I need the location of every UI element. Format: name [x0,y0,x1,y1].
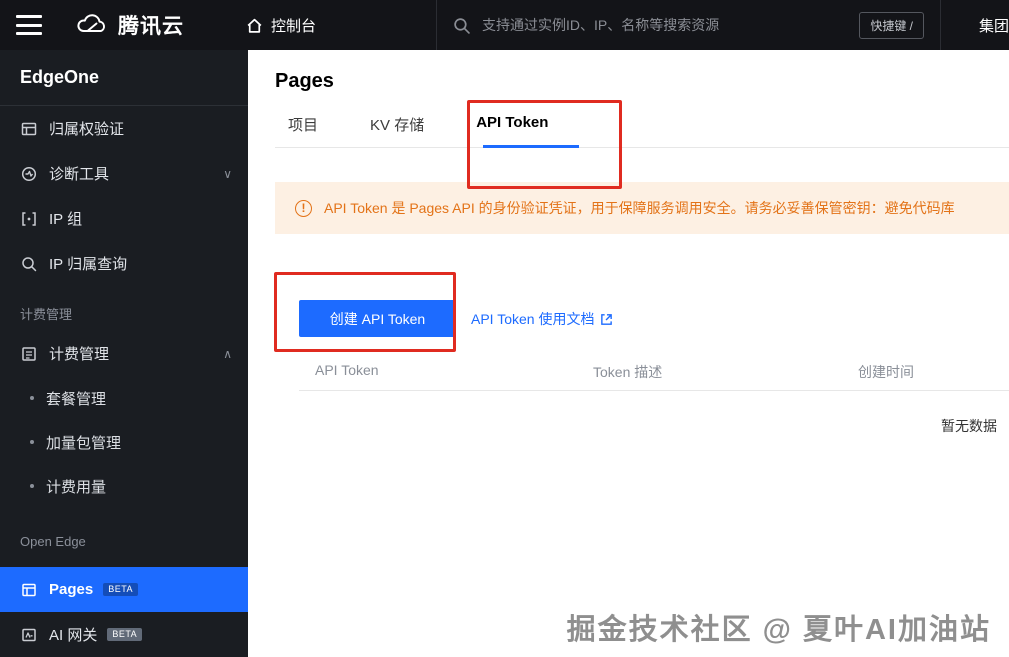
main-content: Pages 项目 KV 存储 API Token ! API Token 是 P… [248,50,1009,657]
sidebar-subitem-label: 套餐管理 [46,390,107,408]
sidebar-item-ip-group[interactable]: IP 组 [0,196,248,241]
tencent-cloud-logo[interactable]: 腾讯云 [74,10,184,40]
diagnostic-icon [20,165,37,182]
table-header-api-token: API Token [315,362,379,378]
bullet-dot [30,484,34,488]
sidebar-item-label: 计费管理 [49,346,110,363]
sidebar-item-label: IP 归属查询 [49,256,128,273]
beta-badge: BETA [107,628,143,641]
sidebar-item-label: AI 网关 [49,627,98,644]
sidebar-subitem-addon-package-management[interactable]: 加量包管理 [0,420,248,464]
home-icon [247,18,262,33]
doc-link-label: API Token 使用文档 [471,311,595,327]
sidebar-item-diagnostic-tools[interactable]: 诊断工具 ∨ [0,151,248,196]
sidebar-item-billing[interactable]: 计费管理 ∧ [0,331,248,376]
table-header-divider [299,390,1009,391]
sidebar-subitem-label: 加量包管理 [46,434,122,452]
sidebar-section-open-edge: Open Edge [20,534,86,549]
screen: 腾讯云 控制台 快捷键 / 集团 EdgeOne 归属权验证 [0,0,1009,657]
sidebar-item-label: 诊断工具 [49,166,110,183]
warning-banner-text: API Token 是 Pages API 的身份验证凭证，用于保障服务调用安全… [324,200,955,216]
topbar-divider [436,0,438,50]
table-header-created-time: 创建时间 [858,364,914,380]
chevron-up-icon: ∧ [223,346,232,361]
chevron-down-icon: ∨ [223,166,232,181]
ai-gateway-icon [20,626,37,643]
sidebar-item-ownership-verification[interactable]: 归属权验证 [0,106,248,151]
global-search[interactable] [453,17,773,34]
sidebar-item-ai-gateway[interactable]: AI 网关 BETA [0,612,248,657]
brand-name: 腾讯云 [118,15,184,38]
card-grid-icon [20,120,37,137]
search-icon [454,17,470,34]
create-api-token-button[interactable]: 创建 API Token [299,300,456,337]
console-label: 控制台 [271,17,317,35]
tab-kv-storage[interactable]: KV 存储 [370,114,424,151]
sidebar-subitem-package-management[interactable]: 套餐管理 [0,376,248,420]
topbar-divider [939,0,941,50]
group-nav[interactable]: 集团 [979,15,1009,36]
page-title: Pages [275,70,334,92]
watermark: 掘金技术社区 @ 夏叶AI加油站 [566,614,991,646]
bullet-dot [30,440,34,444]
tab-projects[interactable]: 项目 [288,114,318,151]
hamburger-menu-icon[interactable] [16,15,42,35]
sidebar-subitem-billing-usage[interactable]: 计费用量 [0,464,248,508]
sidebar: EdgeOne 归属权验证 诊断工具 ∨ IP 组 IP 归属查询 计费管理 计… [0,50,248,657]
shortcut-key-button[interactable]: 快捷键 / [859,11,924,39]
search-icon [20,255,37,272]
api-token-doc-link[interactable]: API Token 使用文档 [471,309,613,329]
external-link-icon [601,313,613,325]
active-tab-underline [483,145,579,148]
warning-banner: ! API Token 是 Pages API 的身份验证凭证，用于保障服务调用… [275,182,1009,234]
billing-icon [20,345,37,362]
tab-bar-divider [275,147,1009,148]
sidebar-section-billing: 计费管理 [20,307,73,322]
top-bar: 腾讯云 控制台 快捷键 / 集团 [0,0,1009,50]
ip-group-icon [20,210,37,227]
empty-state-text: 暂无数据 [941,418,997,434]
beta-badge: BETA [103,583,139,596]
sidebar-item-label: 归属权验证 [49,121,125,138]
sidebar-item-pages[interactable]: Pages BETA [0,567,248,612]
bullet-dot [30,396,34,400]
pages-icon [20,581,37,598]
cloud-icon [77,14,105,32]
sidebar-item-ip-lookup[interactable]: IP 归属查询 [0,241,248,286]
sidebar-subitem-label: 计费用量 [46,478,107,496]
sidebar-item-label: Pages [49,581,94,598]
product-title: EdgeOne [0,50,248,106]
search-input[interactable] [482,17,773,33]
table-header-token-description: Token 描述 [593,364,663,380]
console-nav[interactable]: 控制台 [246,15,316,36]
sidebar-item-label: IP 组 [49,211,83,228]
warning-icon: ! [295,199,312,217]
